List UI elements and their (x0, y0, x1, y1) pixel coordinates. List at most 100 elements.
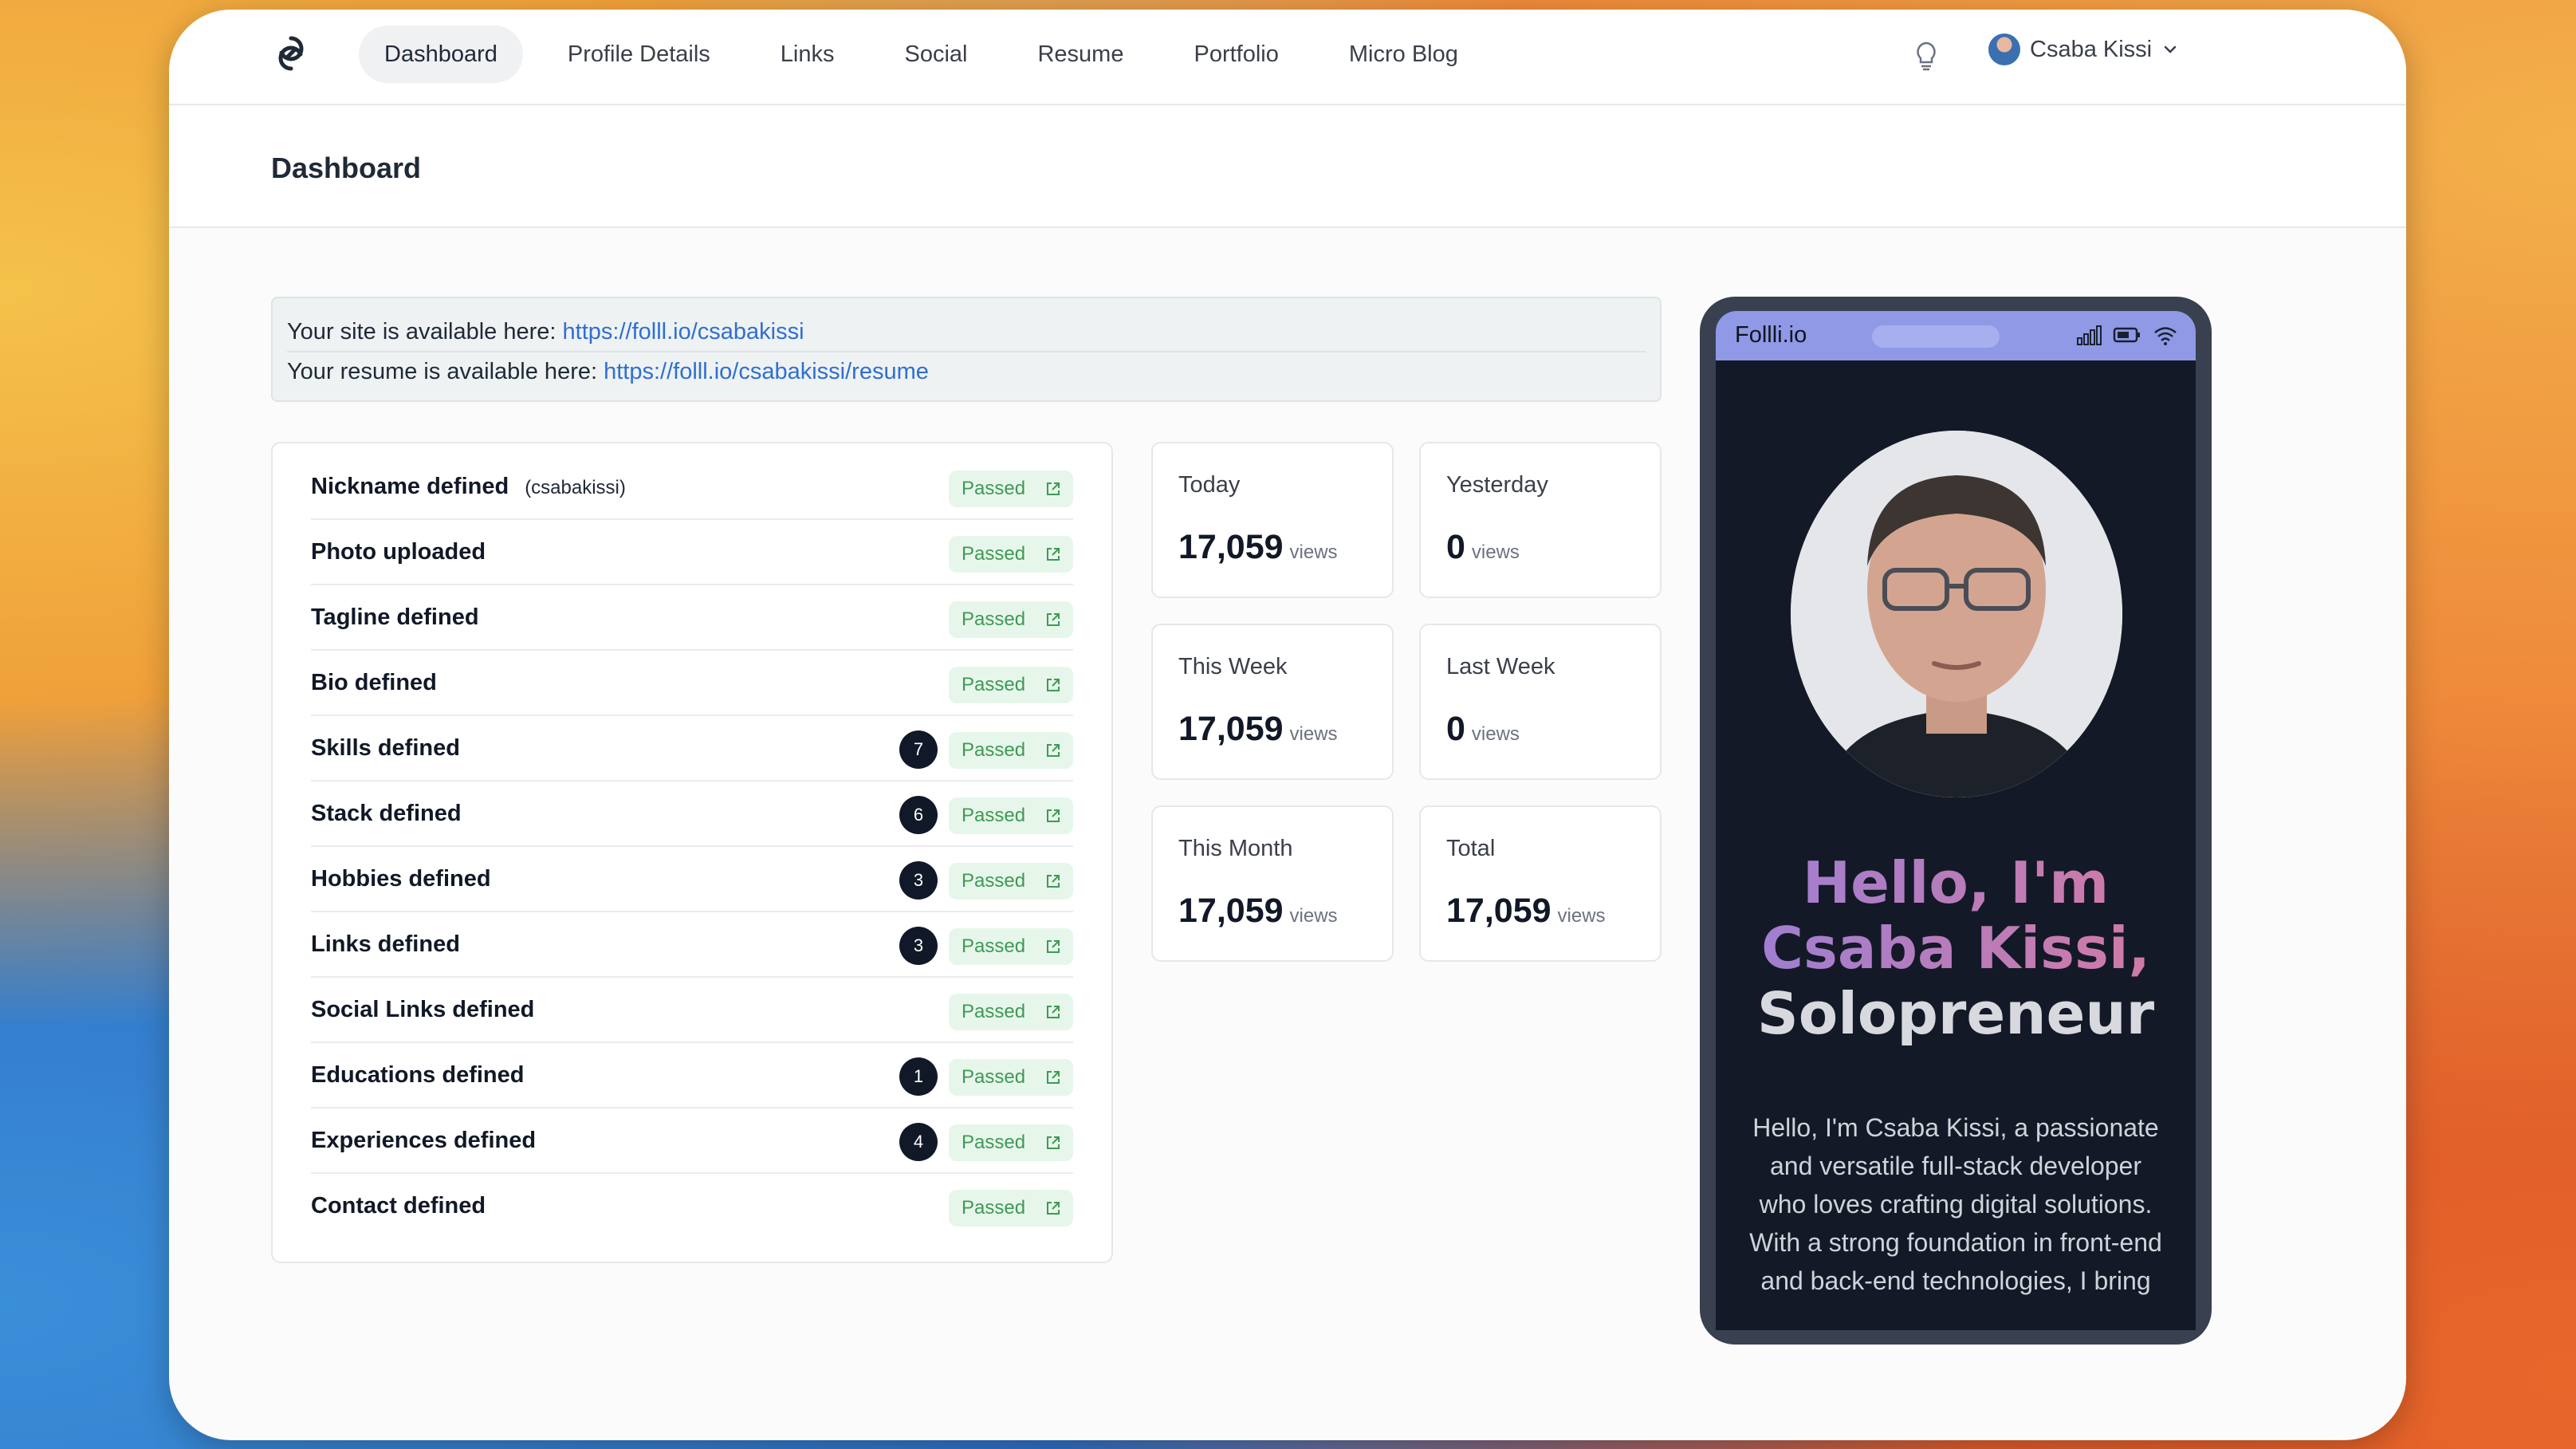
checklist-row: Contact defined Passed (311, 1174, 1073, 1239)
external-link-icon (1047, 548, 1060, 561)
checklist-label: Hobbies defined (311, 866, 491, 892)
checklist-label: Nickname defined (csabakissi) (311, 474, 626, 499)
phone-bio-text: Hello, I'm Csaba Kissi, a passionate and… (1749, 1113, 2162, 1295)
stat-last-week: Last Week 0 views (1419, 624, 1662, 780)
page-title: Dashboard (271, 152, 422, 184)
resume-url-link[interactable]: https://folll.io/csabakissi/resume (604, 359, 929, 384)
count-badge: 6 (899, 796, 938, 834)
hero-line-1: Hello, I'm (1716, 850, 2196, 915)
stat-today: Today 17,059 views (1151, 442, 1394, 598)
tab-micro-blog[interactable]: Micro Blog (1323, 26, 1484, 83)
checklist-row: Photo uploaded Passed (311, 520, 1073, 585)
resume-url-label: Your resume is available here: (287, 359, 598, 384)
stat-yesterday: Yesterday 0 views (1419, 442, 1662, 598)
count-badge: 1 (899, 1057, 938, 1096)
count-badge: 4 (899, 1123, 938, 1161)
checklist-row: Links defined 3 Passed (311, 912, 1073, 978)
phone-preview: Follli.io Hello, I'm Csaba Kissi, Solopr… (1700, 297, 2212, 1345)
stat-value: 0 views (1446, 710, 1520, 748)
phone-screen[interactable]: Follli.io Hello, I'm Csaba Kissi, Solopr… (1716, 311, 2196, 1330)
hero-line-3: Solopreneur (1756, 980, 2155, 1047)
tab-portfolio[interactable]: Portfolio (1168, 26, 1304, 83)
checklist-label: Tagline defined (311, 604, 479, 630)
wifi-icon (2154, 327, 2177, 345)
external-link-icon (1047, 1136, 1060, 1149)
passed-status-button[interactable]: Passed (949, 863, 1073, 900)
count-badge: 7 (899, 730, 938, 769)
resume-url-row: Your resume is available here: https://f… (287, 359, 929, 385)
stat-value: 17,059 views (1178, 892, 1338, 930)
checklist-row: Hobbies defined 3 Passed (311, 847, 1073, 912)
passed-status-button[interactable]: Passed (949, 536, 1073, 573)
external-link-icon (1047, 1202, 1060, 1215)
stat-this-week: This Week 17,059 views (1151, 624, 1394, 780)
stat-label: This Week (1178, 654, 1288, 679)
nav-tabs: Dashboard Profile Details Links Social R… (359, 26, 1503, 83)
passed-status-button[interactable]: Passed (949, 1190, 1073, 1227)
phone-status-icons (2076, 324, 2178, 346)
stat-this-month: This Month 17,059 views (1151, 805, 1394, 962)
logo-icon[interactable] (271, 33, 311, 73)
stat-label: This Month (1178, 836, 1293, 861)
signal-icon (2077, 325, 2102, 345)
external-link-icon (1047, 1071, 1060, 1084)
count-badge: 3 (899, 861, 938, 900)
checklist-row: Skills defined 7 Passed (311, 716, 1073, 782)
passed-status-button[interactable]: Passed (949, 928, 1073, 965)
checklist-label: Educations defined (311, 1062, 525, 1088)
tab-resume[interactable]: Resume (1012, 26, 1149, 83)
checklist-label: Social Links defined (311, 997, 535, 1022)
site-url-link[interactable]: https://folll.io/csabakissi (563, 319, 804, 345)
external-link-icon (1047, 940, 1060, 953)
passed-status-button[interactable]: Passed (949, 1124, 1073, 1161)
app-window: Dashboard Profile Details Links Social R… (169, 10, 2406, 1440)
stat-label: Last Week (1446, 654, 1555, 679)
checklist-row: Tagline defined Passed (311, 585, 1073, 651)
checklist-label: Contact defined (311, 1193, 486, 1219)
phone-status-bar: Follli.io (1716, 311, 2196, 360)
site-info-box: Your site is available here: https://fol… (271, 297, 1662, 402)
stat-label: Today (1178, 472, 1241, 498)
checklist-label: Stack defined (311, 801, 462, 826)
checklist-label: Experiences defined (311, 1128, 537, 1153)
checklist-row: Nickname defined (csabakissi) Passed (311, 455, 1073, 520)
checklist-row: Educations defined 1 Passed (311, 1043, 1073, 1108)
stat-total: Total 17,059 views (1419, 805, 1662, 962)
passed-status-button[interactable]: Passed (949, 994, 1073, 1030)
external-link-icon (1047, 1006, 1060, 1018)
lightbulb-icon[interactable] (1912, 40, 1941, 72)
divider (287, 351, 1646, 352)
avatar (1988, 33, 2020, 65)
external-link-icon (1047, 744, 1060, 757)
user-name: Csaba Kissi (2030, 36, 2153, 62)
passed-status-button[interactable]: Passed (949, 601, 1073, 638)
passed-status-button[interactable]: Passed (949, 471, 1073, 507)
tab-dashboard[interactable]: Dashboard (359, 26, 523, 83)
passed-status-button[interactable]: Passed (949, 732, 1073, 769)
external-link-icon (1047, 875, 1060, 888)
stat-value: 0 views (1446, 528, 1520, 566)
user-menu[interactable]: Csaba Kissi (1988, 33, 2179, 65)
tab-social[interactable]: Social (879, 26, 993, 83)
passed-status-button[interactable]: Passed (949, 667, 1073, 703)
external-link-icon (1047, 482, 1060, 495)
passed-status-button[interactable]: Passed (949, 1059, 1073, 1096)
stat-value: 17,059 views (1446, 892, 1606, 930)
chevron-down-icon (2164, 45, 2177, 53)
checklist-sublabel: (csabakissi) (525, 477, 626, 498)
checklist-row: Social Links defined Passed (311, 978, 1073, 1043)
external-link-icon (1047, 809, 1060, 822)
profile-checklist: Nickname defined (csabakissi) Passed Photo … (271, 442, 1113, 1263)
external-link-icon (1047, 679, 1060, 691)
tab-profile-details[interactable]: Profile Details (542, 26, 736, 83)
checklist-row: Bio defined Passed (311, 651, 1073, 716)
stat-label: Yesterday (1446, 472, 1548, 498)
stat-value: 17,059 views (1178, 710, 1338, 748)
checklist-label: Photo uploaded (311, 539, 486, 565)
battery-icon (2113, 327, 2140, 343)
passed-status-button[interactable]: Passed (949, 797, 1073, 834)
page-header: Dashboard (169, 107, 2406, 228)
tab-links[interactable]: Links (755, 26, 860, 83)
stat-label: Total (1446, 836, 1496, 861)
checklist-label: Skills defined (311, 735, 460, 761)
